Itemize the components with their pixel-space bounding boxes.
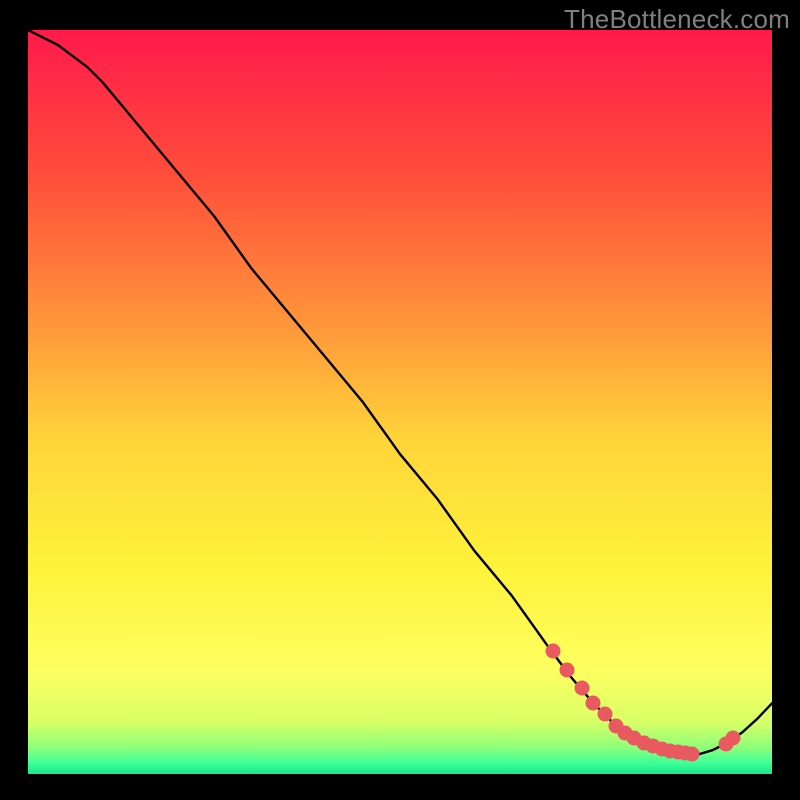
- plot-area: [28, 30, 772, 774]
- attribution-text: TheBottleneck.com: [564, 4, 790, 35]
- highlight-dot: [560, 662, 575, 677]
- curve-layer: [28, 30, 772, 774]
- highlight-dot: [726, 731, 741, 746]
- highlight-dot: [545, 644, 560, 659]
- chart-frame: TheBottleneck.com: [0, 0, 800, 800]
- curve-path: [28, 30, 772, 755]
- highlight-dot: [575, 681, 590, 696]
- highlight-dot: [685, 746, 700, 761]
